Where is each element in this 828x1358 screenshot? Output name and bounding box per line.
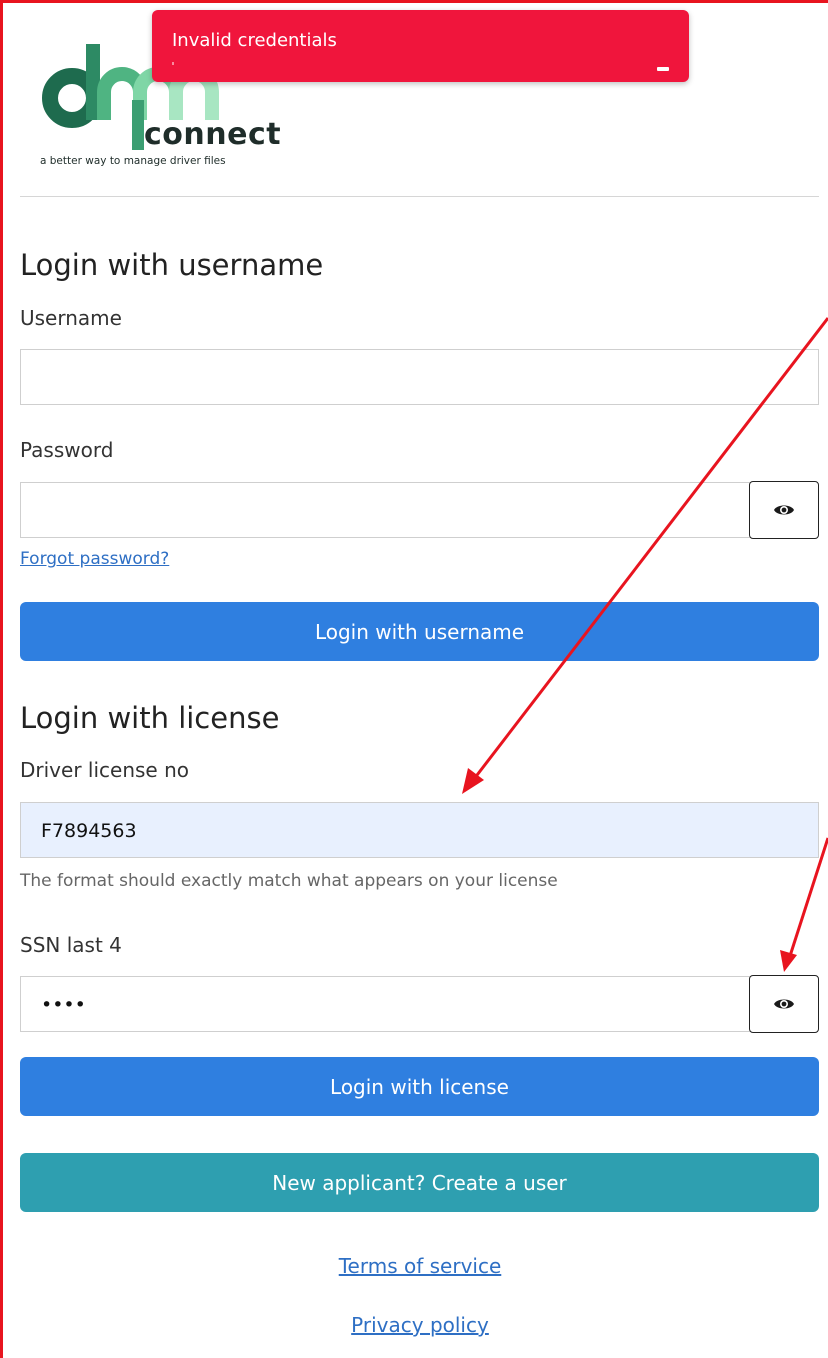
login-with-username-button[interactable]: Login with username	[20, 602, 819, 661]
username-label: Username	[20, 306, 122, 330]
license-hint: The format should exactly match what app…	[20, 871, 558, 891]
password-label: Password	[20, 438, 114, 462]
password-visibility-toggle[interactable]	[749, 481, 819, 539]
password-input[interactable]	[20, 482, 751, 538]
eye-icon	[774, 999, 794, 1009]
privacy-policy-row: Privacy policy	[0, 1313, 828, 1337]
logo-wordmark: connect	[144, 117, 282, 152]
divider	[20, 196, 819, 197]
license-login-heading: Login with license	[20, 701, 280, 735]
terms-of-service-link[interactable]: Terms of service	[339, 1254, 502, 1278]
username-login-heading: Login with username	[20, 248, 324, 282]
ssn-label: SSN last 4	[20, 933, 122, 957]
annotation-arrowhead	[780, 950, 797, 972]
license-input[interactable]: F7894563	[20, 802, 819, 858]
toast-progress	[172, 62, 174, 65]
username-input[interactable]	[20, 349, 819, 405]
ssn-input[interactable]: ••••	[20, 976, 751, 1032]
privacy-policy-link[interactable]: Privacy policy	[351, 1313, 489, 1337]
error-toast: Invalid credentials	[152, 10, 689, 82]
terms-of-service-row: Terms of service	[0, 1254, 828, 1278]
forgot-password-link[interactable]: Forgot password?	[20, 549, 169, 569]
eye-icon	[774, 505, 794, 515]
login-with-license-button[interactable]: Login with license	[20, 1057, 819, 1116]
create-user-button[interactable]: New applicant? Create a user	[20, 1153, 819, 1212]
toast-message: Invalid credentials	[172, 30, 337, 51]
annotation-arrowhead	[462, 768, 484, 794]
close-icon[interactable]	[657, 67, 669, 71]
logo-tagline: a better way to manage driver files	[40, 155, 226, 167]
ssn-visibility-toggle[interactable]	[749, 975, 819, 1033]
license-label: Driver license no	[20, 758, 189, 782]
